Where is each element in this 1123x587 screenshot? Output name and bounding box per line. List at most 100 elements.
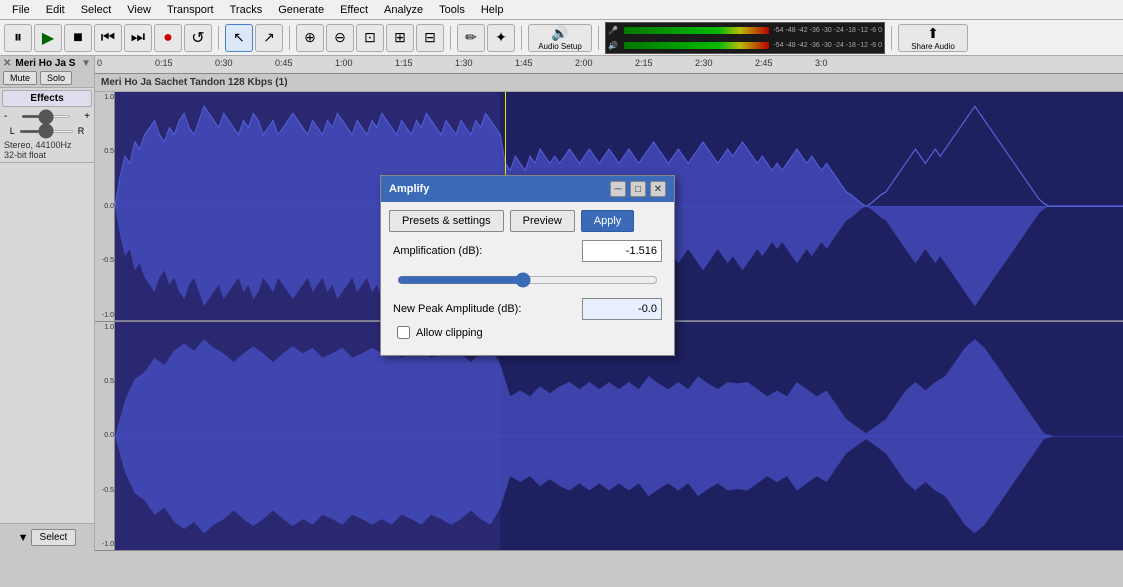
- track-name: Meri Ho Ja S: [11, 58, 81, 69]
- record-meter-bar: [624, 27, 769, 34]
- prev-button[interactable]: ⏮: [94, 24, 122, 52]
- dialog-title: Amplify: [389, 183, 429, 195]
- stop-button[interactable]: ■: [64, 24, 92, 52]
- tick-45: 0:45: [275, 58, 293, 68]
- gain-minus-button[interactable]: -: [4, 111, 7, 122]
- tick-100: 1:00: [335, 58, 353, 68]
- allow-clipping-checkbox[interactable]: [397, 326, 410, 339]
- zoom-toggle-button[interactable]: ⊟: [416, 24, 444, 52]
- menu-effect[interactable]: Effect: [332, 2, 376, 18]
- track-menu-btn[interactable]: ▼: [81, 58, 91, 69]
- track-label-bar: Meri Ho Ja Sachet Tandon 128 Kbps (1): [95, 74, 1123, 92]
- sep-4: [521, 26, 522, 50]
- scale-0-5: 0.5: [104, 148, 114, 155]
- select-down-arrow[interactable]: ▼: [18, 532, 29, 544]
- zoom-fit-button[interactable]: ⊞: [386, 24, 414, 52]
- envelope-tool-button[interactable]: ↗: [255, 24, 283, 52]
- menu-tools[interactable]: Tools: [431, 2, 473, 18]
- select-bar: ▼ Select: [0, 523, 94, 551]
- peak-input[interactable]: [582, 298, 662, 320]
- menu-tracks[interactable]: Tracks: [222, 2, 271, 18]
- menu-generate[interactable]: Generate: [270, 2, 332, 18]
- edit-tools: ↖ ↗: [225, 24, 283, 52]
- dialog-minimize-button[interactable]: ─: [610, 181, 626, 197]
- sep-3: [450, 26, 451, 50]
- audio-setup-label: Audio Setup: [538, 42, 582, 51]
- scale2-0-0: 0.0: [104, 432, 114, 439]
- tick-145: 1:45: [515, 58, 533, 68]
- amplification-slider[interactable]: [397, 272, 658, 288]
- solo-button[interactable]: Solo: [40, 71, 72, 85]
- record-meter-labels: -54 -48 -42 -36 -30 -24 -18 -12 -6 0: [773, 27, 882, 34]
- left-label: L: [10, 126, 15, 136]
- mute-button[interactable]: Mute: [3, 71, 37, 85]
- scale2-n0-5: -0.5: [102, 487, 114, 494]
- scale-n0-5: -0.5: [102, 257, 114, 264]
- tick-130: 1:30: [455, 58, 473, 68]
- draw-tool-button[interactable]: ✏: [457, 24, 485, 52]
- tick-215: 2:15: [635, 58, 653, 68]
- dialog-btn-row: Presets & settings Preview Apply: [389, 210, 666, 232]
- menu-bar: File Edit Select View Transport Tracks G…: [0, 0, 1123, 20]
- vu-meters: 🎤 -54 -48 -42 -36 -30 -24 -18 -12 -6 0 🔊…: [605, 22, 885, 54]
- zoom-out-button[interactable]: ⊖: [326, 24, 354, 52]
- zoom-tools: ⊕ ⊖ ⊡ ⊞ ⊟: [296, 24, 444, 52]
- track-close-btn[interactable]: ✕: [3, 58, 11, 69]
- scale2-0-5: 0.5: [104, 378, 114, 385]
- menu-help[interactable]: Help: [473, 2, 512, 18]
- menu-view[interactable]: View: [119, 2, 159, 18]
- allow-clipping-row: Allow clipping: [389, 326, 666, 347]
- gain-row: - +: [0, 109, 94, 124]
- presets-settings-button[interactable]: Presets & settings: [389, 210, 504, 232]
- tick-200: 2:00: [575, 58, 593, 68]
- share-audio-label: Share Audio: [911, 42, 955, 51]
- zoom-fit-sel-button[interactable]: ⊡: [356, 24, 384, 52]
- share-audio-icon: ⬆: [927, 25, 939, 42]
- preview-button[interactable]: Preview: [510, 210, 575, 232]
- record-button[interactable]: ●: [154, 24, 182, 52]
- scale2-n1-0: -1.0: [102, 541, 114, 548]
- menu-edit[interactable]: Edit: [38, 2, 73, 18]
- menu-transport[interactable]: Transport: [159, 2, 222, 18]
- gain-slider[interactable]: [21, 115, 71, 118]
- sep-1: [218, 26, 219, 50]
- playback-meter-bar: [624, 42, 769, 49]
- effects-button[interactable]: Effects: [2, 90, 92, 107]
- slider-row: [389, 268, 666, 292]
- menu-file[interactable]: File: [4, 2, 38, 18]
- dialog-close-button[interactable]: ✕: [650, 181, 666, 197]
- y-scale-1: 1.0 0.5 0.0 -0.5 -1.0: [95, 92, 115, 321]
- share-audio-button[interactable]: ⬆ Share Audio: [898, 24, 968, 52]
- tick-245: 2:45: [755, 58, 773, 68]
- right-label: R: [78, 126, 85, 136]
- draw-tools: ✏ ✦: [457, 24, 515, 52]
- gain-plus-button[interactable]: +: [84, 111, 90, 122]
- play-button[interactable]: ▶: [34, 24, 62, 52]
- track-full-name: Meri Ho Ja Sachet Tandon 128 Kbps (1): [101, 77, 288, 88]
- scale-n1-0: -1.0: [102, 312, 114, 319]
- select-button[interactable]: Select: [31, 529, 77, 546]
- loop-button[interactable]: ↺: [184, 24, 212, 52]
- apply-button[interactable]: Apply: [581, 210, 635, 232]
- sep-5: [598, 26, 599, 50]
- multitool-button[interactable]: ✦: [487, 24, 515, 52]
- amplification-label: Amplification (dB):: [393, 245, 482, 257]
- track-panel: ✕ Meri Ho Ja S ▼ Mute Solo Effects - + L…: [0, 56, 95, 551]
- dialog-maximize-button[interactable]: □: [630, 181, 646, 197]
- scale-0-0: 0.0: [104, 203, 114, 210]
- menu-analyze[interactable]: Analyze: [376, 2, 431, 18]
- select-tool-button[interactable]: ↖: [225, 24, 253, 52]
- amplify-dialog: Amplify ─ □ ✕ Presets & settings Preview…: [380, 175, 675, 356]
- amplification-input[interactable]: [582, 240, 662, 262]
- menu-select[interactable]: Select: [73, 2, 120, 18]
- pan-slider[interactable]: [19, 130, 74, 133]
- allow-clipping-label[interactable]: Allow clipping: [416, 327, 483, 339]
- pause-button[interactable]: ⏸: [4, 24, 32, 52]
- audio-setup-button[interactable]: 🔊 Audio Setup: [528, 24, 592, 52]
- timeline-ruler: 0 0:15 0:30 0:45 1:00 1:15 1:30 1:45 2:0…: [95, 56, 1123, 74]
- zoom-in-button[interactable]: ⊕: [296, 24, 324, 52]
- next-button[interactable]: ⏭: [124, 24, 152, 52]
- peak-field-row: New Peak Amplitude (dB):: [389, 298, 666, 320]
- tick-230: 2:30: [695, 58, 713, 68]
- tick-30: 0:30: [215, 58, 233, 68]
